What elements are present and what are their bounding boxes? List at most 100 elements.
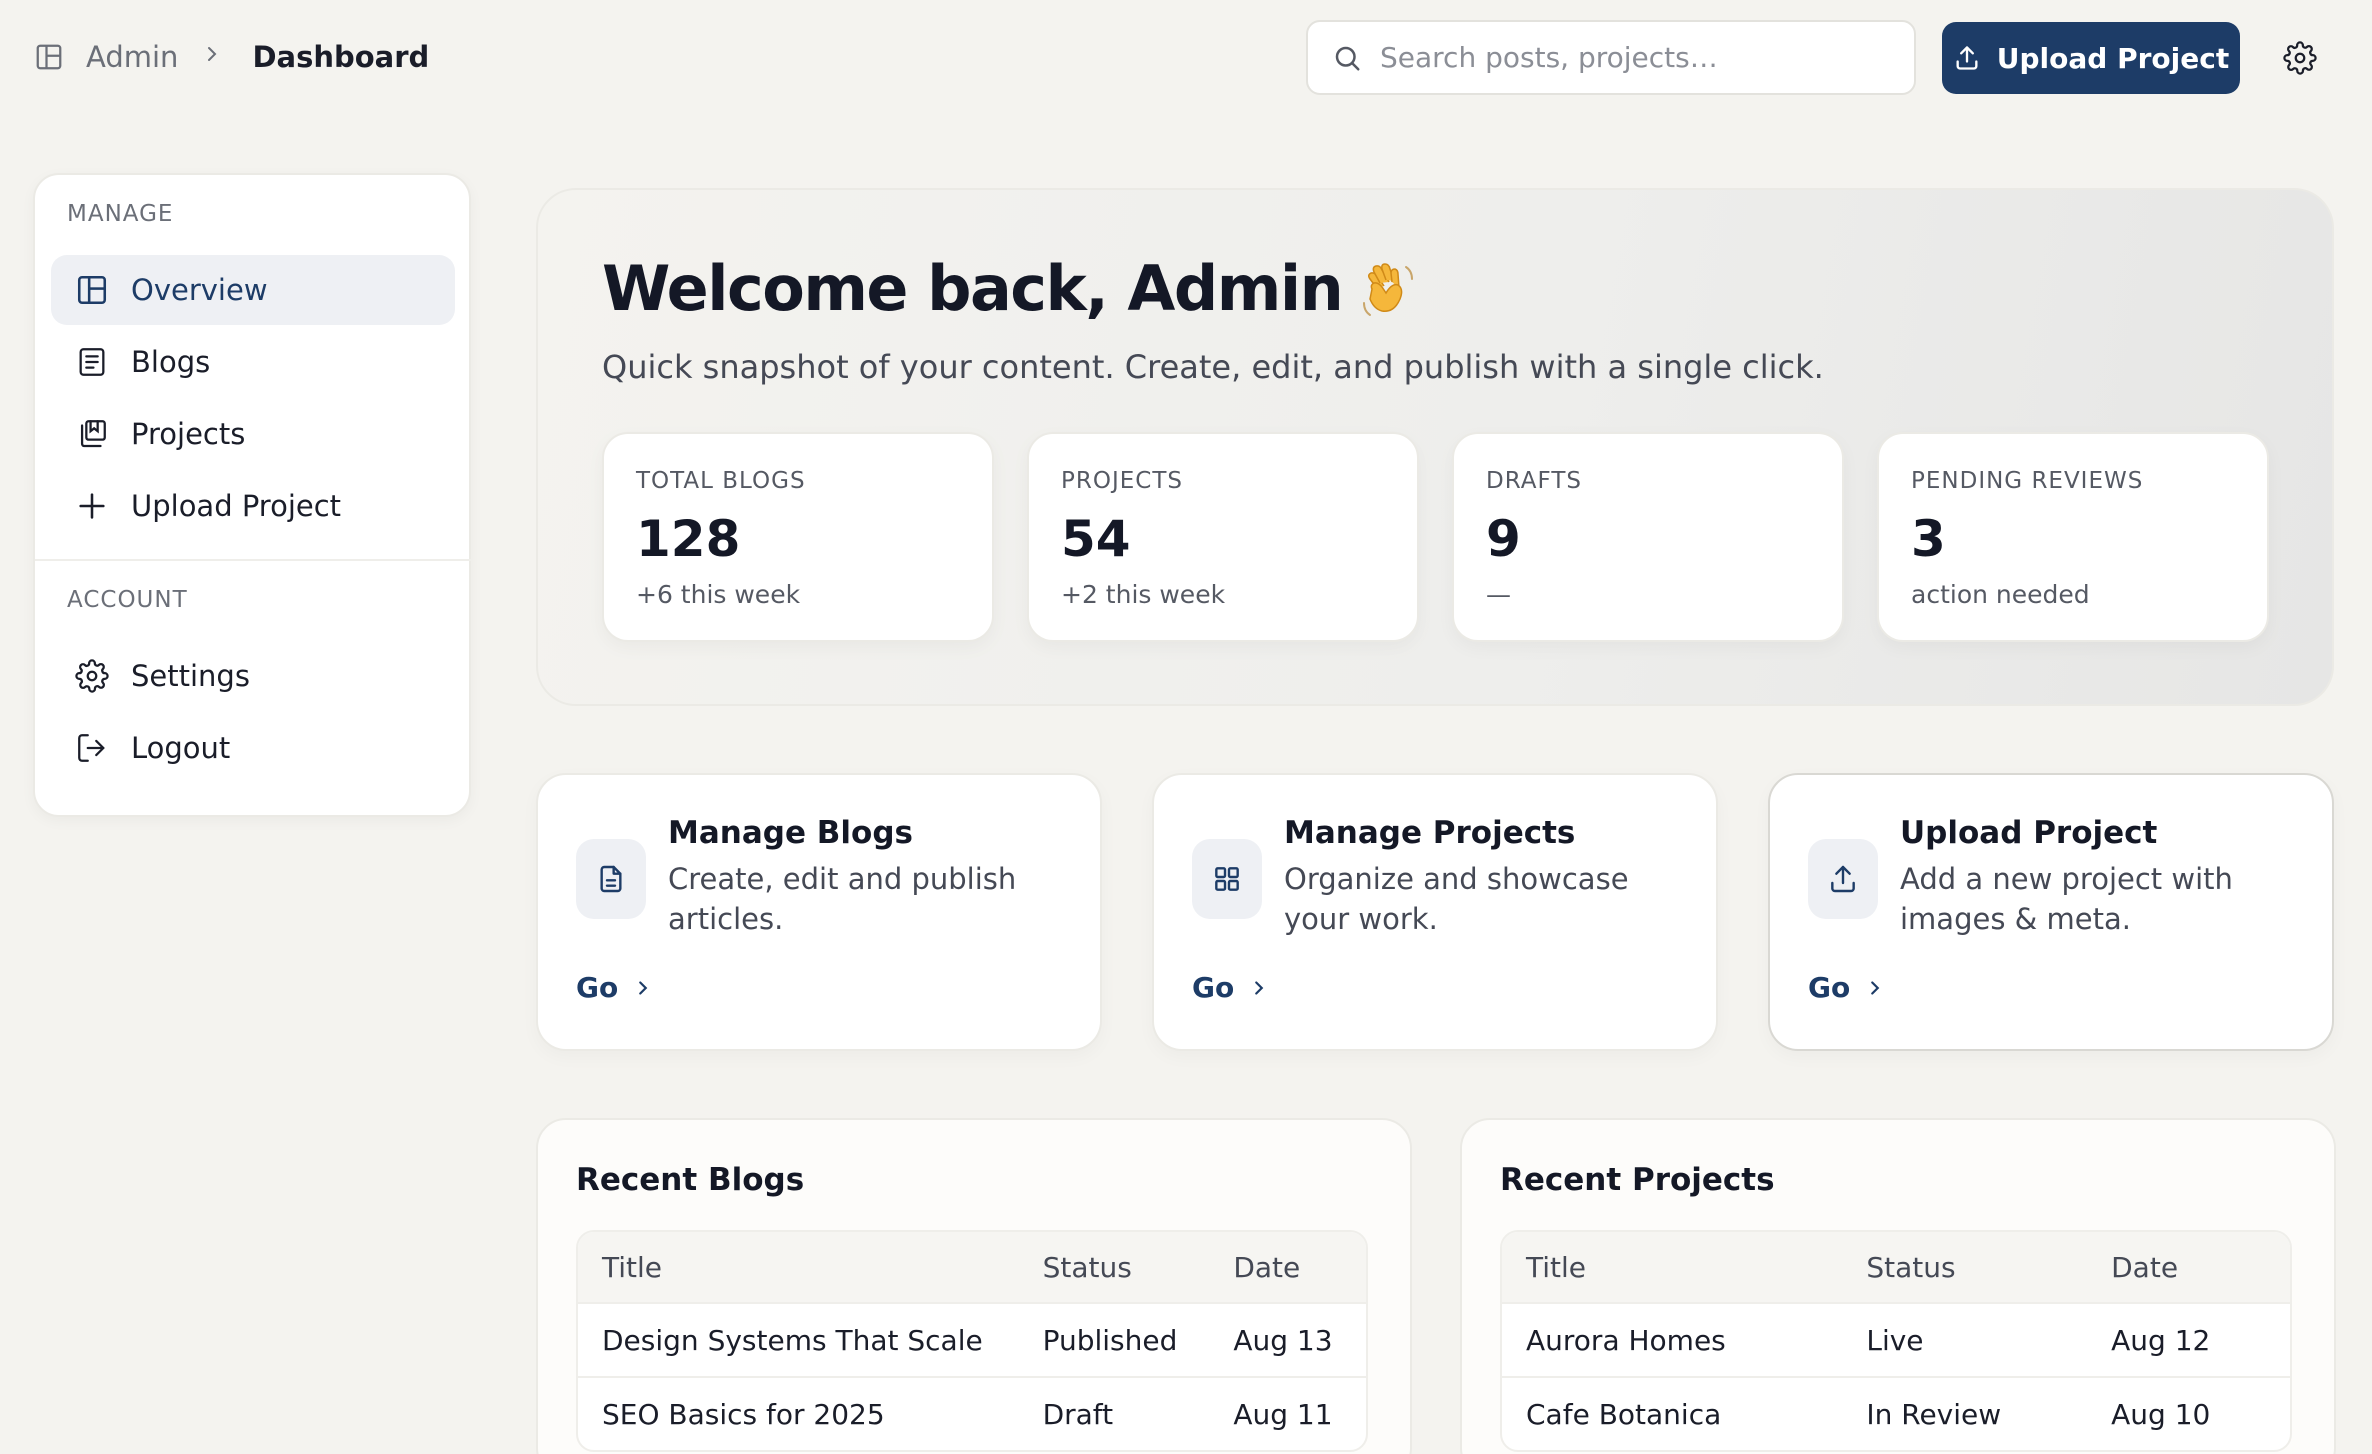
settings-button[interactable] xyxy=(2268,22,2332,94)
cell-date: Aug 13 xyxy=(1209,1302,1366,1376)
cell-title: SEO Basics for 2025 xyxy=(578,1376,1019,1450)
icon-tile xyxy=(1192,839,1262,919)
card-description: Organize and showcase your work. xyxy=(1284,862,1629,936)
breadcrumb-current: Dashboard xyxy=(252,40,430,74)
chevron-right-icon xyxy=(1248,977,1270,999)
table-row[interactable]: Aurora Homes Live Aug 12 xyxy=(1502,1302,2290,1376)
sidebar: MANAGE Overview Blogs Projects Upload Pr… xyxy=(33,173,471,817)
card-description: Add a new project with images & meta. xyxy=(1900,862,2233,936)
upload-project-card[interactable]: Upload Project Add a new project with im… xyxy=(1768,773,2334,1051)
welcome-hero: Welcome back, Admin Quick snapshot of yo… xyxy=(536,188,2334,706)
layout-icon[interactable] xyxy=(34,42,64,72)
sidebar-section-manage: MANAGE xyxy=(67,201,174,227)
column-header-title: Title xyxy=(1502,1232,1843,1302)
cell-title: Design Systems That Scale xyxy=(578,1302,1019,1376)
go-link[interactable]: Go xyxy=(1808,971,1886,1004)
go-label: Go xyxy=(1808,971,1851,1004)
stat-card-pending-reviews: PENDING REVIEWS 3 action needed xyxy=(1877,432,2269,642)
file-icon xyxy=(595,863,627,895)
sidebar-item-overview[interactable]: Overview xyxy=(51,255,455,325)
recent-blogs-table: Title Status Date Design Systems That Sc… xyxy=(576,1230,1368,1452)
panel-title: Recent Blogs xyxy=(576,1162,805,1198)
stat-label: PENDING REVIEWS xyxy=(1911,468,2144,494)
sidebar-item-label: Overview xyxy=(131,273,268,307)
table-row[interactable]: Cafe Botanica In Review Aug 10 xyxy=(1502,1376,2290,1450)
sidebar-item-settings[interactable]: Settings xyxy=(51,641,455,711)
recent-blogs-panel: Recent Blogs Title Status Date Design Sy… xyxy=(536,1118,1412,1454)
column-header-date: Date xyxy=(1209,1232,1366,1302)
sidebar-item-label: Upload Project xyxy=(131,489,342,523)
search-input[interactable] xyxy=(1380,41,1900,74)
card-title: Manage Projects xyxy=(1284,815,1576,851)
sidebar-item-projects[interactable]: Projects xyxy=(51,399,455,469)
upload-project-label: Upload Project xyxy=(1996,41,2230,75)
column-header-date: Date xyxy=(2087,1232,2290,1302)
page-title: Welcome back, Admin xyxy=(602,252,1420,325)
search-icon xyxy=(1332,43,1362,73)
cell-date: Aug 11 xyxy=(1209,1376,1366,1450)
cell-title: Aurora Homes xyxy=(1502,1302,1843,1376)
icon-tile xyxy=(576,839,646,919)
cell-status: Live xyxy=(1842,1302,2088,1376)
card-title: Upload Project xyxy=(1900,815,2158,851)
cell-status: Published xyxy=(1018,1302,1210,1376)
logout-icon xyxy=(75,731,109,765)
stat-card-projects: PROJECTS 54 +2 this week xyxy=(1027,432,1419,642)
chevron-right-icon xyxy=(1864,977,1886,999)
sidebar-section-account: ACCOUNT xyxy=(67,587,188,613)
stat-card-total-blogs: TOTAL BLOGS 128 +6 this week xyxy=(602,432,994,642)
sidebar-item-label: Blogs xyxy=(131,345,211,379)
plus-icon xyxy=(75,489,109,523)
recent-projects-panel: Recent Projects Title Status Date Aurora… xyxy=(1460,1118,2336,1454)
recent-projects-table: Title Status Date Aurora Homes Live Aug … xyxy=(1500,1230,2292,1452)
breadcrumb: Admin Dashboard xyxy=(34,36,429,78)
top-bar: Admin Dashboard Upload Project xyxy=(0,0,2372,114)
stat-note: — xyxy=(1486,580,1511,609)
sidebar-item-upload-project[interactable]: Upload Project xyxy=(51,471,455,541)
layout-icon xyxy=(75,273,109,307)
stat-value: 3 xyxy=(1911,510,1946,568)
stat-note: +6 this week xyxy=(636,580,801,609)
column-header-status: Status xyxy=(1842,1232,2088,1302)
upload-project-button[interactable]: Upload Project xyxy=(1942,22,2240,94)
document-icon xyxy=(75,345,109,379)
upload-icon xyxy=(1827,863,1859,895)
stat-card-drafts: DRAFTS 9 — xyxy=(1452,432,1844,642)
card-description: Create, edit and publish articles. xyxy=(668,862,1017,936)
cell-date: Aug 10 xyxy=(2087,1376,2290,1450)
stat-note: action needed xyxy=(1911,580,2090,609)
sidebar-item-label: Logout xyxy=(131,731,231,765)
go-label: Go xyxy=(576,971,619,1004)
welcome-subtitle: Quick snapshot of your content. Create, … xyxy=(602,348,1824,386)
gear-icon xyxy=(75,659,109,693)
manage-projects-card[interactable]: Manage Projects Organize and showcase yo… xyxy=(1152,773,1718,1051)
cell-status: Draft xyxy=(1018,1376,1210,1450)
go-link[interactable]: Go xyxy=(576,971,654,1004)
stat-value: 128 xyxy=(636,510,741,568)
gear-icon xyxy=(2283,41,2317,75)
search-box[interactable] xyxy=(1306,20,1916,95)
stat-value: 9 xyxy=(1486,510,1521,568)
sidebar-item-logout[interactable]: Logout xyxy=(51,713,455,783)
table-row[interactable]: SEO Basics for 2025 Draft Aug 11 xyxy=(578,1376,1366,1450)
cell-status: In Review xyxy=(1842,1376,2088,1450)
stat-label: TOTAL BLOGS xyxy=(636,468,806,494)
go-link[interactable]: Go xyxy=(1192,971,1270,1004)
icon-tile xyxy=(1808,839,1878,919)
table-header-row: Title Status Date xyxy=(578,1232,1366,1302)
card-title: Manage Blogs xyxy=(668,815,913,851)
breadcrumb-admin-link[interactable]: Admin xyxy=(86,40,178,74)
sidebar-item-label: Projects xyxy=(131,417,246,451)
chevron-right-icon xyxy=(200,42,230,72)
stat-label: DRAFTS xyxy=(1486,468,1582,494)
grid-icon xyxy=(1211,863,1243,895)
sidebar-item-blogs[interactable]: Blogs xyxy=(51,327,455,397)
go-label: Go xyxy=(1192,971,1235,1004)
waving-hand-icon xyxy=(1356,257,1420,321)
sidebar-divider xyxy=(35,559,471,561)
panel-title: Recent Projects xyxy=(1500,1162,1775,1198)
manage-blogs-card[interactable]: Manage Blogs Create, edit and publish ar… xyxy=(536,773,1102,1051)
stat-note: +2 this week xyxy=(1061,580,1226,609)
upload-icon xyxy=(1953,44,1981,72)
table-row[interactable]: Design Systems That Scale Published Aug … xyxy=(578,1302,1366,1376)
